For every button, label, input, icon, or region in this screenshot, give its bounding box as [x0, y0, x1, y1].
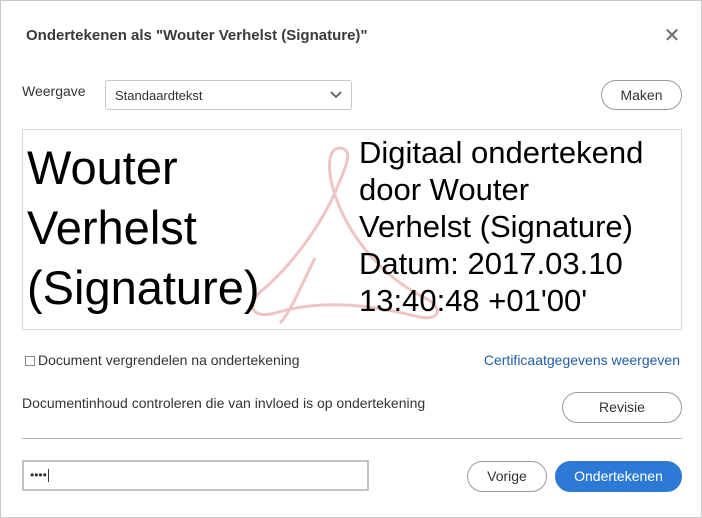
lock-document-checkbox[interactable]: [25, 356, 35, 366]
signature-detail-line: Digitaal ondertekend: [359, 135, 644, 170]
dialog-title: Ondertekenen als "Wouter Verhelst (Signa…: [26, 27, 368, 44]
review-button[interactable]: Revisie: [562, 392, 682, 423]
signature-detail-line: door Wouter: [359, 172, 530, 207]
back-button[interactable]: Vorige: [467, 461, 547, 492]
lock-document-label: Document vergrendelen na ondertekening: [38, 352, 300, 368]
signature-name-line: Wouter: [27, 141, 178, 194]
signature-detail-line: Verhelst (Signature): [359, 209, 633, 244]
divider: [22, 438, 682, 439]
sign-button[interactable]: Ondertekenen: [555, 461, 682, 492]
signature-name-line: (Signature): [27, 261, 260, 314]
close-icon[interactable]: ✕: [661, 25, 683, 47]
text-caret: [47, 469, 49, 483]
signature-name-line: Verhelst: [27, 201, 197, 254]
password-value: ••••: [30, 468, 47, 482]
signature-details: Digitaal ondertekend door Wouter Verhels…: [359, 134, 681, 319]
signature-preview: Wouter Verhelst (Signature) Digitaal ond…: [22, 129, 682, 330]
appearance-select[interactable]: Standaardtekst: [105, 80, 352, 110]
appearance-select-value: Standaardtekst: [115, 88, 203, 103]
signature-detail-line: Datum: 2017.03.10: [359, 246, 623, 281]
appearance-label: Weergave: [22, 83, 86, 99]
signature-name: Wouter Verhelst (Signature): [27, 138, 327, 318]
chevron-down-icon: [330, 91, 342, 99]
sign-dialog: Ondertekenen als "Wouter Verhelst (Signa…: [0, 0, 702, 518]
certificate-details-link[interactable]: Certificaatgegevens weergeven: [484, 352, 680, 368]
password-input[interactable]: ••••: [22, 460, 369, 491]
create-button[interactable]: Maken: [601, 80, 682, 110]
signature-detail-line: 13:40:48 +01'00': [359, 283, 588, 318]
review-description: Documentinhoud controleren die van invlo…: [22, 395, 426, 411]
